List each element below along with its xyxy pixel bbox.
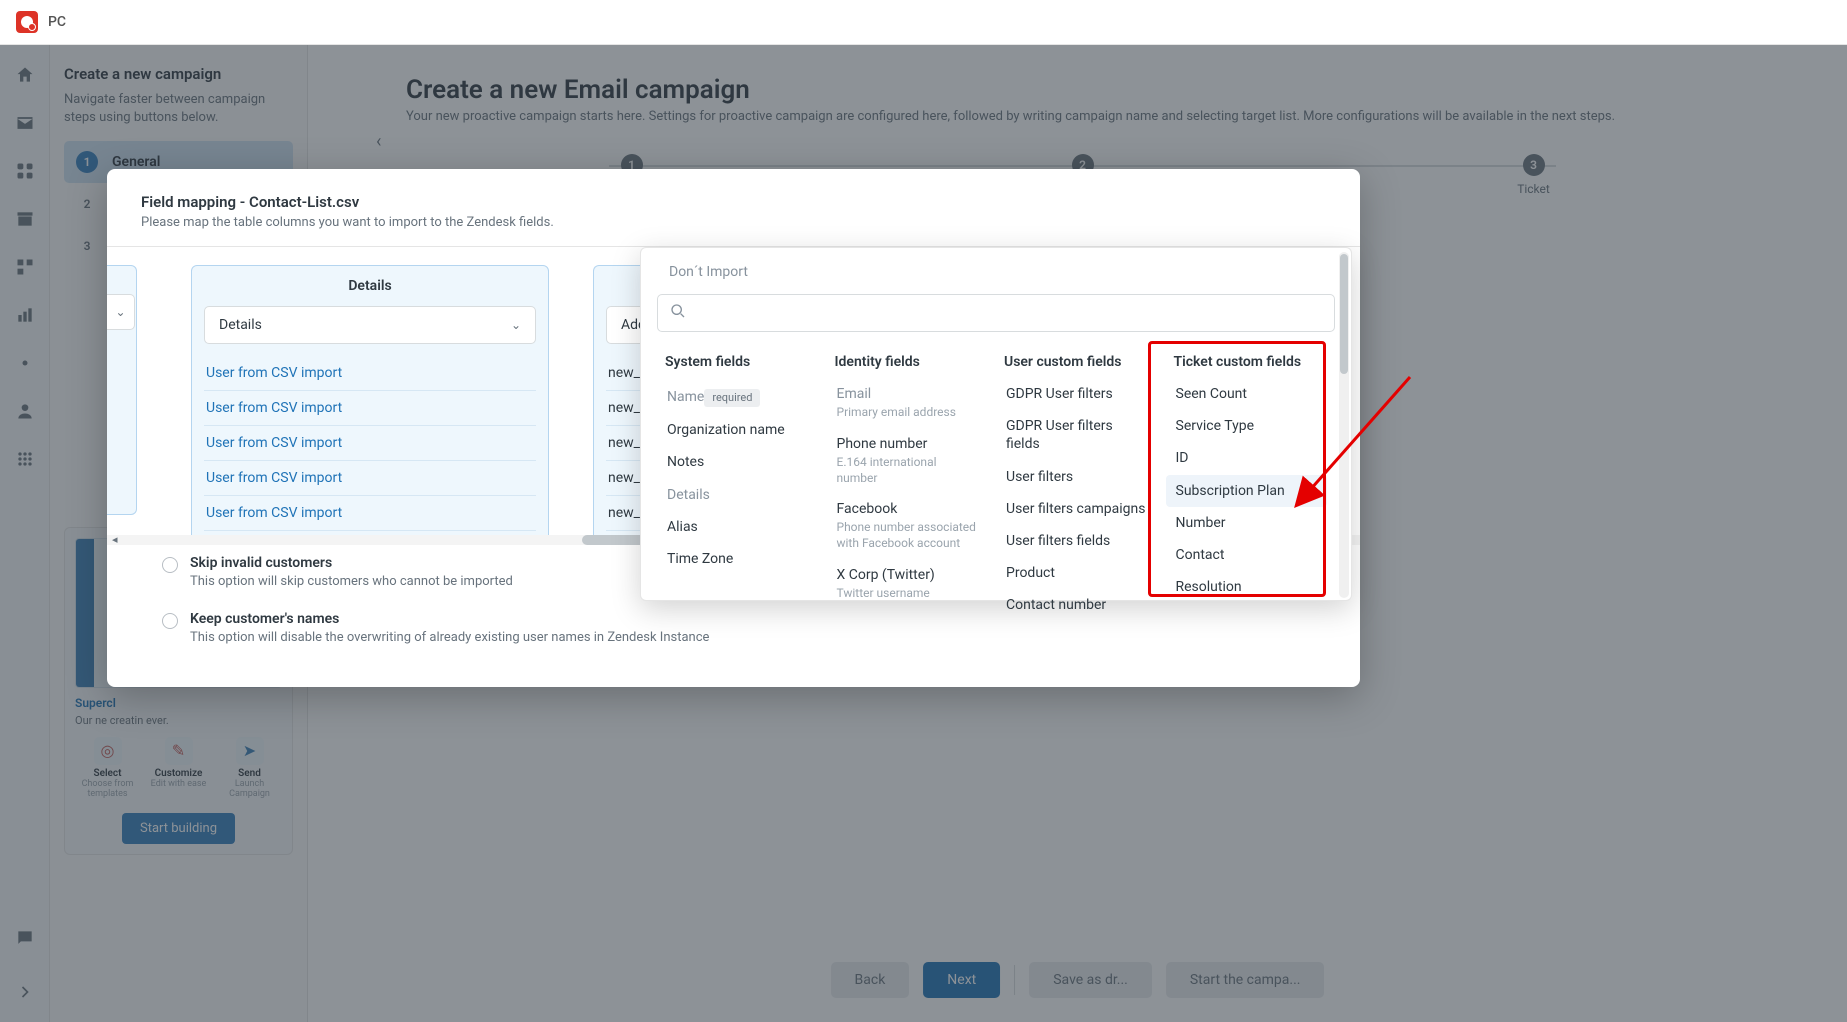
dropdown-item[interactable]: ID xyxy=(1166,442,1328,474)
col-header: System fields xyxy=(657,346,819,378)
dropdown-item[interactable]: User filters campaigns xyxy=(996,493,1158,525)
column-field-select[interactable]: Details ⌄ xyxy=(204,306,536,344)
scroll-left-arrow-icon[interactable]: ◂ xyxy=(112,533,118,545)
dropdown-col-ticket-custom: Ticket custom fields Seen CountService T… xyxy=(1166,346,1336,622)
modal-title: Field mapping - Contact-List.csv xyxy=(141,193,1326,211)
option-title: Keep customer's names xyxy=(190,611,709,627)
column-header: Details xyxy=(204,278,536,294)
option-title: Skip invalid customers xyxy=(190,555,513,571)
mapping-column-details: Details Details ⌄ User from CSV importUs… xyxy=(191,265,549,544)
dropdown-item[interactable]: Details xyxy=(657,479,819,511)
dropdown-item[interactable]: User filters fields xyxy=(996,525,1158,557)
search-input[interactable] xyxy=(694,305,1322,321)
dropdown-item[interactable]: Resolution xyxy=(1166,571,1328,603)
dropdown-item[interactable]: Number xyxy=(1166,507,1328,539)
dropdown-item[interactable]: Product xyxy=(996,557,1158,589)
col-header: Identity fields xyxy=(827,346,989,378)
chevron-down-icon: ⌄ xyxy=(115,305,125,319)
option-sub: This option will skip customers who cann… xyxy=(190,574,513,589)
dropdown-item[interactable]: FacebookPhone number associated with Fac… xyxy=(827,493,989,558)
dropdown-item[interactable]: GDPR User filters fields xyxy=(996,410,1158,460)
dropdown-item[interactable]: X Corp (Twitter)Twitter username xyxy=(827,559,989,609)
dont-import-option[interactable]: Don´t Import xyxy=(641,248,1351,294)
dropdown-item[interactable]: Namerequired xyxy=(657,378,819,414)
modal-subtitle: Please map the table columns you want to… xyxy=(141,215,1326,230)
option-sub: This option will disable the overwriting… xyxy=(190,630,709,645)
dropdown-col-user-custom: User custom fields GDPR User filtersGDPR… xyxy=(996,346,1166,622)
dropdown-item[interactable]: User filters xyxy=(996,461,1158,493)
app-label: PC xyxy=(48,14,66,30)
column-select-partial[interactable]: ⌄ xyxy=(107,294,135,330)
search-icon xyxy=(670,303,686,323)
keep-names-checkbox[interactable] xyxy=(162,613,178,629)
dropdown-item[interactable]: Seen Count xyxy=(1166,378,1328,410)
dropdown-item[interactable]: Contact number xyxy=(996,589,1158,621)
dropdown-item[interactable]: Contact xyxy=(1166,539,1328,571)
dropdown-scrollbar[interactable] xyxy=(1339,252,1349,598)
field-dropdown: Don´t Import System fields NamerequiredO… xyxy=(640,247,1352,601)
dropdown-item[interactable]: Notes xyxy=(657,446,819,478)
chevron-down-icon: ⌄ xyxy=(511,318,521,332)
dropdown-item[interactable]: Alias xyxy=(657,511,819,543)
mapping-column-partial-left: ⌄ xyxy=(107,265,137,515)
csv-row-value[interactable]: User from CSV import xyxy=(204,356,536,391)
dropdown-item[interactable]: GDPR User filters xyxy=(996,378,1158,410)
dropdown-item[interactable]: Organization name xyxy=(657,414,819,446)
dropdown-item[interactable]: EmailPrimary email address xyxy=(827,378,989,428)
csv-row-value[interactable]: User from CSV import xyxy=(204,461,536,496)
dropdown-col-system: System fields NamerequiredOrganization n… xyxy=(657,346,827,622)
csv-row-value[interactable]: User from CSV import xyxy=(204,496,536,531)
dropdown-item[interactable]: Phone numberE.164 international number xyxy=(827,428,989,493)
csv-row-value[interactable]: User from CSV import xyxy=(204,391,536,426)
dropdown-search[interactable] xyxy=(657,294,1335,332)
dropdown-item[interactable]: Service Type xyxy=(1166,410,1328,442)
scrollbar-thumb[interactable] xyxy=(1340,254,1348,374)
dropdown-item[interactable]: Time Zone xyxy=(657,543,819,575)
dropdown-col-identity: Identity fields EmailPrimary email addre… xyxy=(827,346,997,622)
col-header: Ticket custom fields xyxy=(1166,346,1328,378)
dropdown-item[interactable]: Subscription Plan xyxy=(1166,475,1328,507)
col-header: User custom fields xyxy=(996,346,1158,378)
skip-invalid-checkbox[interactable] xyxy=(162,557,178,573)
top-bar: PC xyxy=(0,0,1847,45)
app-logo xyxy=(16,11,38,33)
csv-row-value[interactable]: User from CSV import xyxy=(204,426,536,461)
